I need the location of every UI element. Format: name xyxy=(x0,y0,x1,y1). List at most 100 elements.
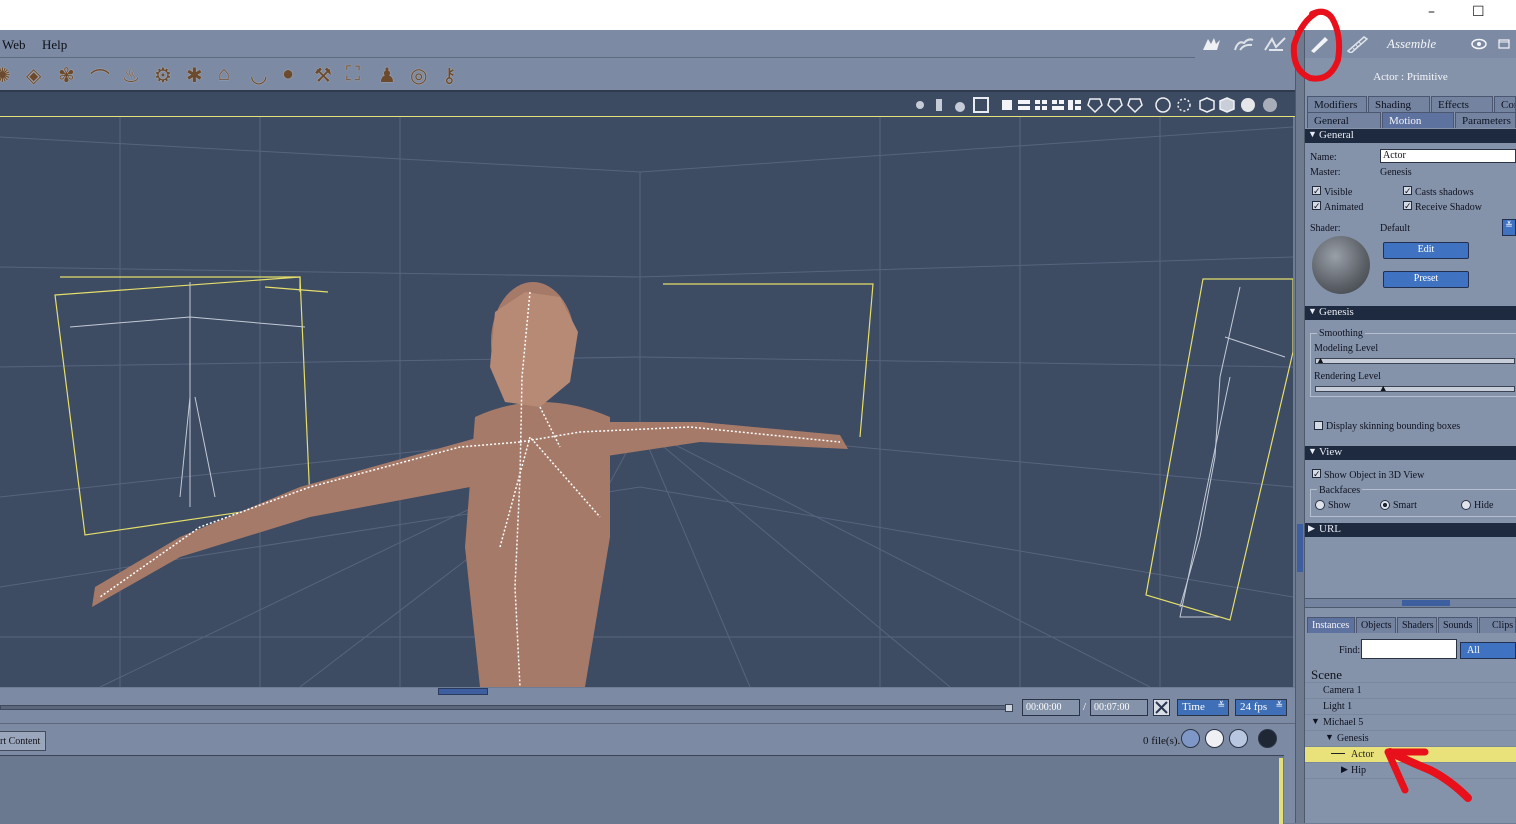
current-time-field[interactable]: 00:00:00 xyxy=(1022,699,1080,716)
panel-divider[interactable] xyxy=(1305,598,1516,608)
edit-button[interactable]: Edit xyxy=(1383,242,1469,259)
list-item-light[interactable]: Light 1 xyxy=(1305,699,1516,715)
scene-root[interactable]: Scene xyxy=(1305,667,1516,683)
modeling-level-label: Modeling Level xyxy=(1314,343,1379,354)
divider-handle[interactable] xyxy=(1402,600,1450,606)
camera-icon[interactable]: ⛶ xyxy=(346,63,370,87)
receive-shadow-checkbox[interactable]: ✓ xyxy=(1403,201,1412,211)
tab-objects[interactable]: Objects xyxy=(1356,617,1396,633)
collapse-icon: ▼ xyxy=(1308,129,1317,139)
content-file-area[interactable] xyxy=(0,755,1284,824)
expand-icon: ▼ xyxy=(1325,732,1334,742)
backface-hide-radio[interactable] xyxy=(1461,500,1471,510)
tab-effects[interactable]: Effects xyxy=(1431,96,1493,112)
content-scrollbar[interactable] xyxy=(1279,758,1283,824)
tab-general[interactable]: General xyxy=(1307,112,1381,128)
filter-select[interactable]: All xyxy=(1460,642,1516,659)
menu-web[interactable]: Web xyxy=(2,37,26,53)
view-mode-icon[interactable] xyxy=(1181,729,1200,748)
tab-shaders[interactable]: Shaders xyxy=(1397,617,1437,633)
tab-sounds[interactable]: Sounds xyxy=(1438,617,1478,633)
setup-room-icon[interactable] xyxy=(1307,35,1331,53)
display-skinning-checkbox[interactable] xyxy=(1314,421,1323,430)
backface-show-radio[interactable] xyxy=(1315,500,1325,510)
3d-viewport[interactable] xyxy=(0,117,1293,687)
list-item-hip[interactable]: ▶ Hip xyxy=(1305,763,1516,779)
fps-value: 24 fps xyxy=(1240,701,1268,713)
panel-splitter[interactable] xyxy=(1295,30,1305,823)
panel-toggle-icon[interactable] xyxy=(1498,39,1510,49)
fps-select[interactable]: 24 fps ≚ xyxy=(1235,699,1287,716)
timeline-scrubber[interactable] xyxy=(1005,704,1013,712)
options-icon[interactable] xyxy=(1258,729,1277,748)
hat-icon[interactable]: ⌒ xyxy=(90,63,114,91)
list-item-camera[interactable]: Camera 1 xyxy=(1305,683,1516,699)
light-mode-icon[interactable] xyxy=(1205,729,1224,748)
tab-instances[interactable]: Instances xyxy=(1307,617,1355,633)
list-item-actor[interactable]: Actor xyxy=(1305,747,1516,763)
shader-dropdown[interactable]: ≚ xyxy=(1502,219,1516,236)
hammer-icon[interactable]: ⚒ xyxy=(314,63,338,87)
visible-checkbox[interactable]: ✓ xyxy=(1312,186,1321,196)
view-controls[interactable] xyxy=(910,95,1280,115)
viewport-resize-handle[interactable] xyxy=(438,688,488,695)
ruler-room-icon[interactable] xyxy=(1345,35,1369,53)
tab-shading[interactable]: Shading xyxy=(1368,96,1430,112)
splitter-handle[interactable] xyxy=(1297,524,1303,572)
bone-room-icon[interactable] xyxy=(1263,35,1287,53)
tab-parameters[interactable]: Parameters xyxy=(1455,112,1516,128)
general-section-header[interactable]: ▼ General xyxy=(1305,129,1516,143)
rendering-thumb[interactable]: ▲ xyxy=(1379,383,1388,393)
eye-icon[interactable] xyxy=(1471,38,1487,50)
casts-shadows-checkbox[interactable]: ✓ xyxy=(1403,186,1412,196)
tab-motion[interactable]: Motion xyxy=(1382,112,1454,128)
pose-room-icon[interactable] xyxy=(1232,35,1256,53)
modeling-thumb[interactable]: ▲ xyxy=(1316,355,1325,365)
wrench-icon[interactable]: ⚷ xyxy=(442,63,466,87)
name-input[interactable]: Actor xyxy=(1380,149,1516,163)
tab-modifiers[interactable]: Modifiers xyxy=(1307,96,1367,112)
tree-icon[interactable]: ✾ xyxy=(58,63,82,87)
figure-icon[interactable]: ♟ xyxy=(378,63,402,87)
timeline-track[interactable] xyxy=(0,705,1010,710)
backface-smart-radio[interactable] xyxy=(1380,500,1390,510)
url-section-header[interactable]: ▶ URL xyxy=(1305,523,1516,537)
find-input[interactable] xyxy=(1361,639,1457,659)
content-tab[interactable]: rt Content xyxy=(0,731,46,751)
end-time-field[interactable]: 00:07:00 xyxy=(1090,699,1148,716)
chevron-down-icon: ≚ xyxy=(1217,700,1225,710)
maximize-button[interactable]: ☐ xyxy=(1472,4,1485,20)
target-icon[interactable]: ◎ xyxy=(410,63,434,87)
view-section-header[interactable]: ▼ View xyxy=(1305,446,1516,460)
show-object-label: Show Object in 3D View xyxy=(1324,470,1425,481)
stack-icon[interactable]: ◈ xyxy=(26,63,50,87)
animated-checkbox[interactable]: ✓ xyxy=(1312,201,1321,211)
modeling-level-slider[interactable]: ▲ xyxy=(1315,355,1515,365)
house-icon[interactable]: ⌂ xyxy=(218,63,242,87)
time-mode-select[interactable]: Time ≚ xyxy=(1177,699,1229,716)
properties-panel: Actor : Primitive Modifiers Shading Effe… xyxy=(1305,58,1516,823)
genesis-section-header[interactable]: ▼ Genesis xyxy=(1305,306,1516,320)
flame-icon[interactable]: ♨ xyxy=(122,63,146,87)
list-item-michael[interactable]: ▼ Michael 5 xyxy=(1305,715,1516,731)
list-item-genesis[interactable]: ▼ Genesis xyxy=(1305,731,1516,747)
loop-icon[interactable] xyxy=(1153,699,1170,716)
grid-mode-icon[interactable] xyxy=(1229,729,1248,748)
minimize-button[interactable]: – xyxy=(1428,4,1435,20)
shader-preview-sphere xyxy=(1312,236,1370,294)
smoothing-label: Smoothing xyxy=(1317,328,1365,339)
tree-connector xyxy=(1331,753,1345,754)
casts-shadows-label: Casts shadows xyxy=(1415,187,1474,198)
blob-icon[interactable]: ● xyxy=(282,63,306,87)
bowl-icon[interactable]: ◡ xyxy=(250,63,274,87)
pile-icon[interactable]: ⚙ xyxy=(154,63,178,87)
hand-room-icon[interactable] xyxy=(1200,35,1224,53)
menu-help[interactable]: Help xyxy=(42,37,67,53)
show-object-checkbox[interactable]: ✓ xyxy=(1312,469,1321,479)
rendering-level-slider[interactable]: ▲ xyxy=(1315,383,1515,393)
tab-clips[interactable]: Clips xyxy=(1479,617,1516,633)
grass-icon[interactable]: ✱ xyxy=(186,63,210,87)
preset-button[interactable]: Preset xyxy=(1383,271,1469,288)
tab-controllers[interactable]: Controlle xyxy=(1494,96,1516,112)
gear-icon[interactable]: ✺ xyxy=(0,63,18,87)
